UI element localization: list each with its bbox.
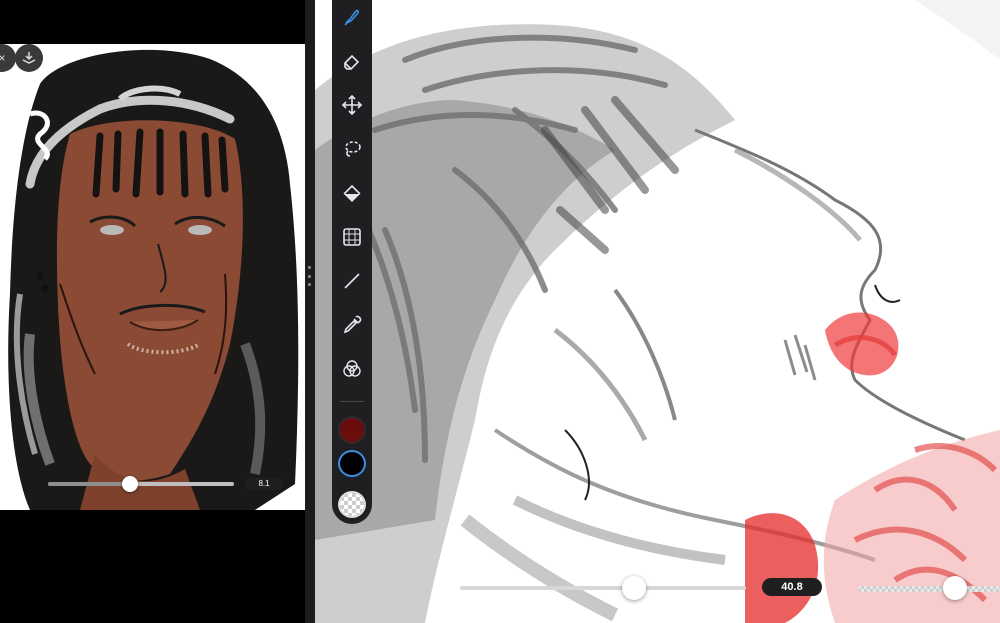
color-blend-icon	[343, 360, 361, 377]
transform-tool-button[interactable]	[336, 222, 368, 253]
split-view-divider[interactable]	[305, 0, 315, 623]
opacity-slider[interactable]	[858, 586, 1000, 592]
left-brush-size-fill	[48, 482, 130, 486]
sketch-artwork	[315, 0, 1000, 623]
left-brush-size-knob[interactable]	[121, 476, 138, 492]
toolbar-separator	[340, 401, 364, 403]
right-brush-size-value: 40.8	[762, 578, 822, 596]
tool-palette	[332, 0, 372, 524]
brush-icon	[344, 10, 360, 27]
transparent-color-swatch[interactable]	[338, 490, 366, 519]
color-blend-tool-button[interactable]	[336, 354, 368, 385]
move-icon	[341, 95, 363, 116]
opacity-knob[interactable]	[942, 576, 967, 600]
secondary-color-swatch[interactable]	[338, 449, 366, 477]
fill-icon	[343, 185, 361, 203]
right-brush-size-slider[interactable]	[460, 586, 746, 590]
fill-tool-button[interactable]	[336, 178, 368, 209]
eyedropper-tool-button[interactable]	[336, 310, 368, 341]
transform-icon	[343, 228, 361, 246]
move-tool-button[interactable]	[336, 90, 368, 121]
close-icon: ×	[0, 51, 6, 65]
app-window: × 8.1 40.8	[0, 0, 1000, 623]
reference-pane: × 8.1	[0, 0, 305, 623]
eraser-icon	[344, 55, 360, 71]
reference-painting	[8, 49, 299, 510]
eraser-tool-button[interactable]	[336, 46, 368, 77]
line-tool-button[interactable]	[336, 266, 368, 297]
reference-canvas[interactable]	[0, 44, 305, 510]
layer-download-button[interactable]	[15, 44, 43, 72]
eyedropper-icon	[343, 315, 362, 334]
line-icon	[344, 273, 360, 289]
layer-download-icon	[22, 52, 36, 64]
left-brush-size-value: 8.1	[245, 478, 283, 490]
lasso-tool-button[interactable]	[336, 134, 368, 165]
brush-tool-button[interactable]	[336, 2, 368, 33]
drawing-canvas[interactable]	[315, 0, 1000, 623]
lasso-icon	[345, 141, 361, 158]
left-brush-size-slider[interactable]	[48, 482, 234, 486]
primary-color-swatch[interactable]	[338, 416, 366, 444]
split-view-handle[interactable]	[308, 266, 312, 286]
